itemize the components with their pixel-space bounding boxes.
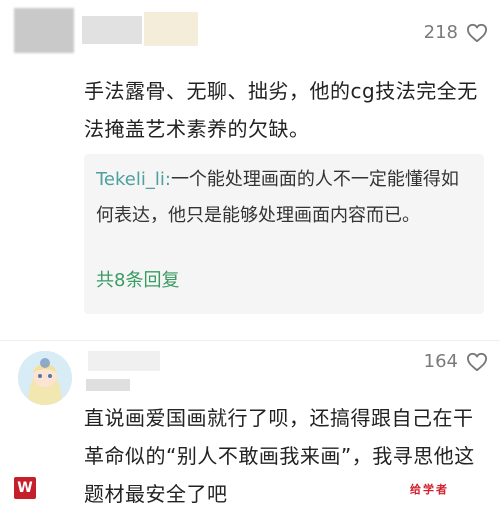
comment-card: 218 手法露骨、无聊、拙劣，他的cg技法完全无法掩盖艺术素养的欠缺。 Teke…: [0, 0, 500, 340]
like-count: 164: [423, 351, 458, 372]
view-more-replies-link[interactable]: 共8条回复: [96, 266, 179, 292]
like-count: 218: [423, 22, 458, 43]
heart-outline-icon: [466, 23, 487, 42]
blurred-username: [82, 16, 142, 44]
comment-text: 手法露骨、无聊、拙劣，他的cg技法完全无法掩盖艺术素养的欠缺。: [84, 79, 478, 141]
like-button[interactable]: 218: [424, 22, 488, 43]
watermark-logo: W: [14, 477, 36, 499]
blurred-username: [88, 351, 160, 371]
watermark-text: 给学者: [410, 483, 449, 496]
anime-avatar-icon: [18, 351, 72, 405]
reply-item: Tekeli_li:一个能处理画面的人不一定能懂得如何表达，他只是能够处理画面内…: [96, 162, 472, 234]
heart-outline-icon: [466, 352, 487, 371]
blurred-badge: [144, 12, 198, 46]
reply-preview[interactable]: Tekeli_li:一个能处理画面的人不一定能懂得如何表达，他只是能够处理画面内…: [84, 154, 484, 314]
blurred-avatar: [14, 8, 74, 53]
like-button[interactable]: 164: [424, 351, 488, 372]
avatar[interactable]: [18, 351, 72, 405]
blurred-badge: [86, 379, 130, 391]
reply-username[interactable]: Tekeli_li:: [96, 169, 171, 190]
